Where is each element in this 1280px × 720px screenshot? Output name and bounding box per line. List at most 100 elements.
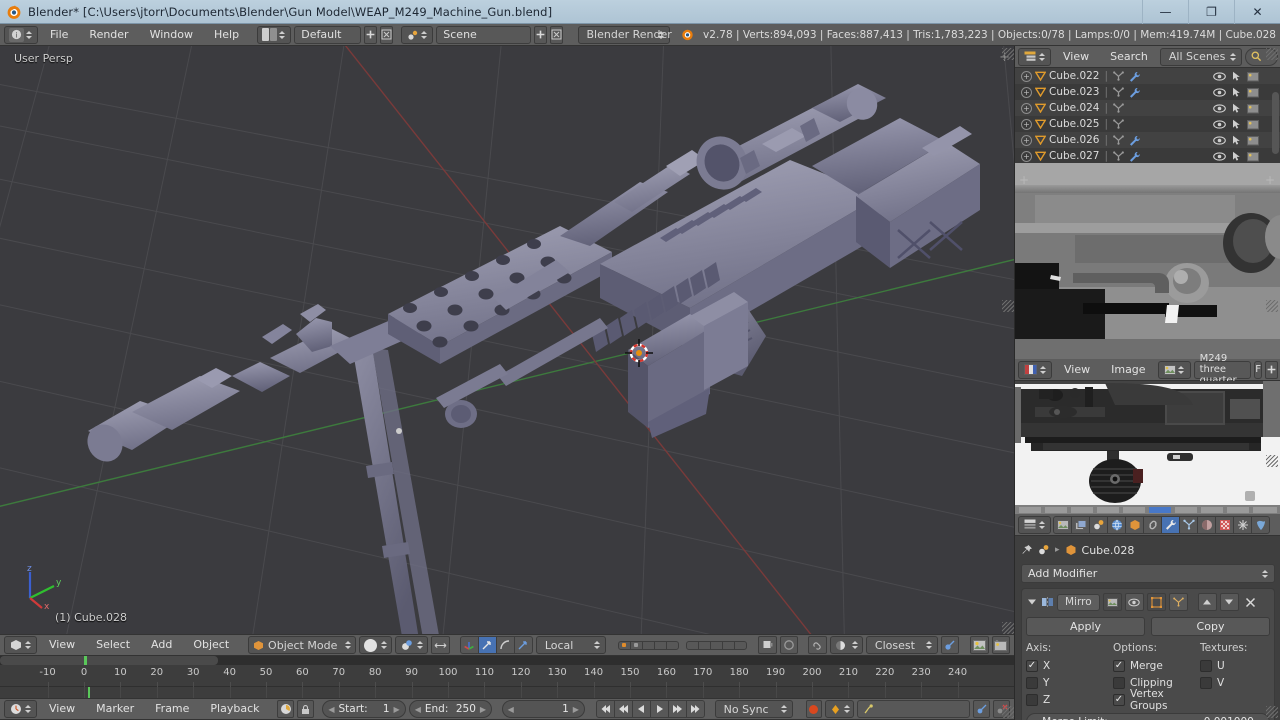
checkbox-icon[interactable]	[1026, 693, 1038, 706]
image-browse-selector[interactable]	[1157, 360, 1191, 379]
snap-target-selector[interactable]: Closest	[865, 636, 938, 654]
checkbox-icon[interactable]	[1113, 676, 1125, 689]
modifier-wrench-icon[interactable]	[1129, 135, 1141, 146]
expand-icon[interactable]: +	[1021, 86, 1032, 98]
new-scene-button[interactable]	[533, 25, 547, 44]
jump-to-start-icon[interactable]	[596, 700, 616, 718]
apply-modifier-button[interactable]: Apply	[1026, 617, 1145, 636]
viewport-shading-selector[interactable]	[359, 636, 393, 654]
modifier-wrench-icon[interactable]	[1129, 87, 1141, 98]
snap-toggle-button[interactable]	[808, 636, 827, 654]
outliner-row-2[interactable]: + Cube.024 |	[1015, 100, 1280, 116]
fake-user-button[interactable]: F	[1254, 360, 1263, 379]
scene-browse-selector[interactable]	[401, 25, 434, 44]
mesh-data-icon[interactable]	[1113, 71, 1124, 81]
visibility-eye-icon[interactable]	[1213, 119, 1226, 129]
pin-icon[interactable]	[1021, 544, 1033, 556]
current-frame-field[interactable]: ◀ 1 ▶	[501, 700, 585, 718]
texture-v-checkbox[interactable]: V	[1200, 674, 1270, 691]
viewport-menu-select[interactable]: Select	[87, 636, 139, 654]
outliner-row-4[interactable]: + Cube.026 |	[1015, 132, 1280, 148]
axis-x-checkbox[interactable]: X	[1026, 657, 1113, 674]
selectable-cursor-icon[interactable]	[1232, 103, 1241, 114]
play-reverse-icon[interactable]	[632, 700, 652, 718]
renderability-camera-icon[interactable]	[1247, 151, 1259, 162]
close-button[interactable]: ✕	[1234, 0, 1280, 24]
tab-world[interactable]	[1107, 515, 1126, 534]
expand-icon[interactable]: +	[1021, 134, 1032, 146]
new-image-button[interactable]	[1265, 360, 1279, 379]
outliner-list[interactable]: + Cube.022 | + Cube.023 | + Cube.024 | +…	[1015, 68, 1280, 163]
timeline-menu-frame[interactable]: Frame	[146, 700, 198, 718]
outliner-row-0[interactable]: + Cube.022 |	[1015, 68, 1280, 84]
tab-modifiers[interactable]	[1161, 515, 1180, 534]
editor-type-3dview-selector[interactable]	[4, 636, 37, 654]
axis-y-checkbox[interactable]: Y	[1026, 674, 1113, 691]
tab-scene[interactable]	[1089, 515, 1108, 534]
image-name-field[interactable]: M249 three quarter...	[1193, 353, 1252, 386]
tab-physics[interactable]	[1251, 515, 1270, 534]
snap-element-selector[interactable]	[829, 636, 863, 654]
delete-screen-layout-button[interactable]	[379, 25, 393, 44]
outliner-object-name[interactable]: Cube.024	[1049, 102, 1100, 114]
mesh-data-icon[interactable]	[1113, 103, 1124, 113]
expand-icon[interactable]: +	[1021, 150, 1032, 162]
viewport-menu-add[interactable]: Add	[142, 636, 181, 654]
play-icon[interactable]	[650, 700, 670, 718]
transform-orientation-selector[interactable]: Local	[535, 636, 606, 654]
screen-layout-field[interactable]: Default	[294, 25, 361, 44]
mesh-data-icon[interactable]	[1113, 151, 1124, 161]
outliner-row-5[interactable]: + Cube.027 |	[1015, 148, 1280, 163]
previous-keyframe-icon[interactable]	[614, 700, 634, 718]
delete-keyframe-button[interactable]	[993, 700, 1011, 718]
properties-tab-group[interactable]	[1053, 515, 1270, 534]
jump-to-end-icon[interactable]	[686, 700, 706, 718]
insert-keyframe-button[interactable]	[973, 700, 991, 718]
transform-manipulator-group[interactable]	[459, 636, 533, 654]
opengl-render-image-button[interactable]	[970, 636, 989, 654]
outliner-object-name[interactable]: Cube.022	[1049, 70, 1100, 82]
mesh-data-icon[interactable]	[1113, 87, 1124, 97]
expand-icon[interactable]: +	[1021, 118, 1032, 130]
modifier-wrench-icon[interactable]	[1129, 71, 1141, 82]
auto-keyframe-record-button[interactable]	[805, 700, 823, 718]
merge-limit-field[interactable]: ◀ Merge Limit: 0.001000 ▶	[1026, 713, 1270, 720]
tab-render[interactable]	[1053, 515, 1072, 534]
align-rotation-with-target-button[interactable]	[940, 636, 960, 654]
menu-render[interactable]: Render	[80, 26, 137, 44]
image-editor-bottom-preview[interactable]	[1015, 381, 1280, 514]
start-frame-field[interactable]: ◀ Start: 1 ▶	[322, 700, 406, 718]
tab-object[interactable]	[1125, 515, 1144, 534]
editor-type-image-selector[interactable]	[1018, 360, 1052, 379]
visibility-eye-icon[interactable]	[1213, 71, 1226, 81]
opengl-render-animation-button[interactable]	[991, 636, 1011, 654]
timeline-menu-playback[interactable]: Playback	[201, 700, 268, 718]
decrement-icon[interactable]: ◀	[328, 705, 334, 714]
lock-camera-to-view-button[interactable]	[758, 636, 777, 654]
show-in-viewport-toggle[interactable]	[1124, 593, 1144, 611]
checkbox-icon[interactable]	[1026, 676, 1038, 689]
add-modifier-button[interactable]: Add Modifier	[1021, 564, 1275, 583]
viewport-menu-object[interactable]: Object	[184, 636, 238, 654]
checkbox-icon[interactable]	[1200, 659, 1212, 672]
show-on-cage-toggle[interactable]	[1168, 593, 1188, 611]
decrement-icon[interactable]: ◀	[508, 705, 514, 714]
render-engine-selector[interactable]: Blender Render	[577, 25, 672, 44]
tab-material[interactable]	[1197, 515, 1216, 534]
checkbox-icon[interactable]	[1026, 659, 1038, 672]
checkbox-icon[interactable]	[1113, 693, 1125, 706]
outliner-search-input[interactable]	[1244, 47, 1278, 66]
interaction-mode-selector[interactable]: Object Mode	[248, 636, 357, 654]
maximize-button[interactable]: ❐	[1188, 0, 1234, 24]
show-in-edit-mode-toggle[interactable]	[1146, 593, 1166, 611]
viewport-toolshelf-toggle[interactable]: +	[999, 50, 1010, 65]
viewport-menu-view[interactable]: View	[40, 636, 84, 654]
3d-viewport[interactable]: User Persp (1) Cube.028 z y x +	[0, 46, 1014, 634]
image-editor-top-preview[interactable]: + +	[1015, 163, 1280, 359]
renderability-camera-icon[interactable]	[1247, 87, 1259, 98]
visibility-eye-icon[interactable]	[1213, 103, 1226, 113]
editor-type-info-selector[interactable]: i	[4, 25, 38, 44]
selectable-cursor-icon[interactable]	[1232, 87, 1241, 98]
increment-icon[interactable]: ▶	[573, 705, 579, 714]
screen-layout-icon-selector[interactable]	[257, 25, 292, 44]
